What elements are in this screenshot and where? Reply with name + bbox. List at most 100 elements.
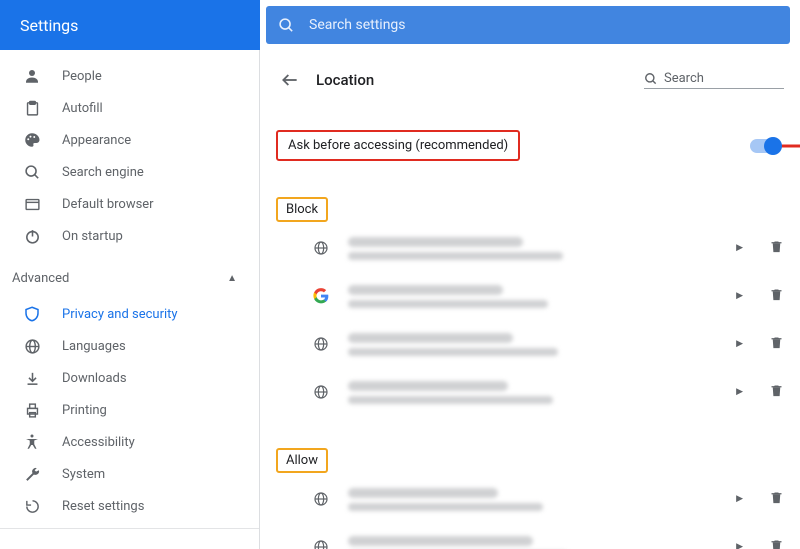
page-search-label: Search <box>664 71 704 86</box>
page-search-input[interactable]: Search <box>644 71 784 89</box>
site-text <box>348 285 736 308</box>
site-row[interactable]: ▶ <box>274 475 788 523</box>
sidebar-item-appearance[interactable]: Appearance <box>0 124 259 156</box>
globe-icon <box>312 335 330 353</box>
sidebar-label: Printing <box>62 403 107 418</box>
site-text <box>348 536 736 549</box>
sidebar-item-languages[interactable]: Languages <box>0 330 259 362</box>
block-list: ▶ ▶ ▶ ▶ <box>274 224 788 416</box>
chevron-right-icon[interactable]: ▶ <box>736 542 743 549</box>
allow-label: Allow <box>276 448 328 473</box>
download-icon <box>22 368 42 388</box>
chevron-right-icon[interactable]: ▶ <box>736 243 743 253</box>
advanced-label: Advanced <box>12 271 69 286</box>
site-row[interactable]: ▶ <box>274 320 788 368</box>
printer-icon <box>22 400 42 420</box>
search-settings-placeholder: Search settings <box>309 17 406 33</box>
main-content: Location Search Ask before accessing (re… <box>260 50 800 549</box>
sidebar-label: System <box>62 467 105 482</box>
reset-icon <box>22 496 42 516</box>
allow-list: ▶▶▶ <box>274 475 788 549</box>
sidebar-item-downloads[interactable]: Downloads <box>0 362 259 394</box>
chevron-right-icon[interactable]: ▶ <box>736 339 743 349</box>
app-title: Settings <box>20 16 78 35</box>
ask-before-label: Ask before accessing (recommended) <box>276 130 520 161</box>
app-header: Settings Search settings <box>0 0 800 50</box>
sidebar-item-accessibility[interactable]: Accessibility <box>0 426 259 458</box>
delete-button[interactable] <box>769 287 784 306</box>
header-search-area: Search settings <box>260 0 800 50</box>
site-text <box>348 333 736 356</box>
globe-icon <box>312 239 330 257</box>
sidebar: People Autofill Appearance Search engine… <box>0 50 260 549</box>
arrow-back-icon <box>280 70 300 90</box>
sidebar-item-reset-settings[interactable]: Reset settings <box>0 490 259 522</box>
palette-icon <box>22 130 42 150</box>
chevron-right-icon[interactable]: ▶ <box>736 494 743 504</box>
globe-icon <box>312 383 330 401</box>
site-row[interactable]: ▶ <box>274 368 788 416</box>
delete-button[interactable] <box>769 490 784 509</box>
accessibility-icon <box>22 432 42 452</box>
sidebar-item-people[interactable]: People <box>0 60 259 92</box>
search-icon <box>278 17 295 34</box>
site-text <box>348 237 736 260</box>
delete-button[interactable] <box>769 538 784 549</box>
person-icon <box>22 66 42 86</box>
browser-icon <box>22 194 42 214</box>
sidebar-label: Privacy and security <box>62 307 178 322</box>
sidebar-label: Downloads <box>62 371 127 386</box>
chevron-right-icon[interactable]: ▶ <box>736 291 743 301</box>
sidebar-item-search-engine[interactable]: Search engine <box>0 156 259 188</box>
chevron-right-icon[interactable]: ▶ <box>736 387 743 397</box>
divider <box>0 528 259 529</box>
search-settings-input[interactable]: Search settings <box>266 6 790 44</box>
page-title: Location <box>316 71 374 89</box>
header-title-bar: Settings <box>0 0 260 50</box>
block-label: Block <box>276 197 328 222</box>
sidebar-item-autofill[interactable]: Autofill <box>0 92 259 124</box>
shield-icon <box>22 304 42 324</box>
sidebar-item-default-browser[interactable]: Default browser <box>0 188 259 220</box>
site-row[interactable]: ▶ <box>274 523 788 549</box>
sidebar-label: Appearance <box>62 133 131 148</box>
globe-icon <box>22 336 42 356</box>
search-icon <box>644 72 658 86</box>
globe-icon <box>312 490 330 508</box>
sidebar-advanced-toggle[interactable]: Advanced ▲ <box>0 258 259 298</box>
ask-before-row: Ask before accessing (recommended) <box>274 126 788 165</box>
delete-button[interactable] <box>769 335 784 354</box>
allow-section-header: Allow <box>274 446 788 475</box>
back-button[interactable] <box>278 68 302 92</box>
page-header: Location Search <box>274 58 788 102</box>
site-text <box>348 381 736 404</box>
sidebar-item-printing[interactable]: Printing <box>0 394 259 426</box>
ask-before-toggle[interactable] <box>750 139 780 153</box>
power-icon <box>22 226 42 246</box>
sidebar-label: Accessibility <box>62 435 135 450</box>
site-text <box>348 488 736 511</box>
google-icon <box>312 287 330 305</box>
chevron-up-icon: ▲ <box>227 273 237 284</box>
search-icon <box>22 162 42 182</box>
sidebar-label: Languages <box>62 339 126 354</box>
wrench-icon <box>22 464 42 484</box>
sidebar-label: People <box>62 69 102 84</box>
sidebar-label: Default browser <box>62 197 154 212</box>
block-section-header: Block <box>274 195 788 224</box>
toggle-knob <box>764 137 782 155</box>
sidebar-item-system[interactable]: System <box>0 458 259 490</box>
sidebar-label: Autofill <box>62 101 103 116</box>
globe-icon <box>312 538 330 549</box>
sidebar-label: Search engine <box>62 165 144 180</box>
clipboard-icon <box>22 98 42 118</box>
sidebar-item-extensions[interactable]: Extensions <box>0 535 259 549</box>
site-row[interactable]: ▶ <box>274 272 788 320</box>
sidebar-item-on-startup[interactable]: On startup <box>0 220 259 252</box>
sidebar-label: Reset settings <box>62 499 144 514</box>
site-row[interactable]: ▶ <box>274 224 788 272</box>
sidebar-item-privacy-security[interactable]: Privacy and security <box>0 298 259 330</box>
delete-button[interactable] <box>769 383 784 402</box>
sidebar-label: On startup <box>62 229 123 244</box>
delete-button[interactable] <box>769 239 784 258</box>
